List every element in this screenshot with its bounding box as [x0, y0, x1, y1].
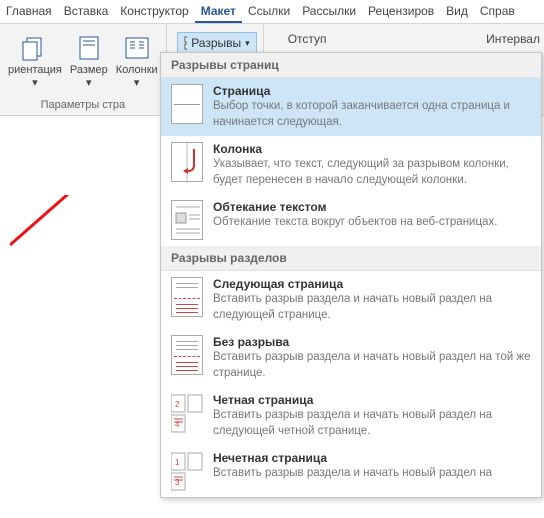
menu-item-desc: Вставить разрыв раздела и начать новый р… — [213, 408, 531, 439]
size-button[interactable]: Размер ▾ — [68, 32, 110, 89]
size-label: Размер — [70, 64, 108, 76]
columns-icon — [121, 32, 153, 64]
even-page-icon: 24 — [171, 393, 203, 433]
dropdown-arrow-icon: ▾ — [134, 76, 140, 89]
tab-view[interactable]: Вид — [440, 0, 474, 23]
menu-item-even-page[interactable]: 24 Четная страница Вставить разрыв разде… — [161, 387, 541, 445]
menu-item-column-break[interactable]: Колонка Указывает, что текст, следующий … — [161, 136, 541, 194]
columns-button[interactable]: Колонки ▾ — [114, 32, 160, 89]
dropdown-header-section-breaks: Разрывы разделов — [161, 246, 541, 271]
menu-item-desc: Выбор точки, в которой заканчивается одн… — [213, 99, 531, 130]
menu-item-title: Четная страница — [213, 393, 531, 407]
menu-item-odd-page[interactable]: 13 Нечетная страница Вставить разрыв раз… — [161, 445, 541, 497]
orientation-button[interactable]: риентация ▾ — [6, 32, 64, 89]
group-page-setup: риентация ▾ Размер ▾ Колонки ▾ Параметры… — [0, 24, 167, 115]
dropdown-header-page-breaks: Разрывы страниц — [161, 53, 541, 78]
menu-item-desc: Вставить разрыв раздела и начать новый р… — [213, 350, 531, 381]
menu-item-title: Следующая страница — [213, 277, 531, 291]
menu-item-text-wrapping[interactable]: Обтекание текстом Обтекание текста вокру… — [161, 194, 541, 246]
menu-item-desc: Указывает, что текст, следующий за разры… — [213, 157, 531, 188]
tab-references[interactable]: Ссылки — [242, 0, 296, 23]
menu-item-continuous[interactable]: Без разрыва Вставить разрыв раздела и на… — [161, 329, 541, 387]
svg-text:4: 4 — [175, 420, 180, 429]
size-icon — [73, 32, 105, 64]
svg-text:3: 3 — [175, 478, 180, 487]
tab-help[interactable]: Справ — [474, 0, 521, 23]
tab-home[interactable]: Главная — [0, 0, 58, 23]
annotation-arrow — [10, 195, 170, 255]
dropdown-arrow-icon: ▾ — [245, 38, 250, 49]
menu-item-title: Колонка — [213, 142, 531, 156]
menu-item-next-page[interactable]: Следующая страница Вставить разрыв разде… — [161, 271, 541, 329]
orientation-label: риентация — [8, 64, 62, 76]
group-label-page-setup: Параметры стра — [6, 97, 160, 113]
column-break-icon — [171, 142, 203, 182]
menu-item-desc: Вставить разрыв раздела и начать новый р… — [213, 292, 531, 323]
tab-layout[interactable]: Макет — [195, 0, 242, 23]
continuous-icon — [171, 335, 203, 375]
menu-item-title: Обтекание текстом — [213, 200, 531, 214]
tab-design[interactable]: Конструктор — [114, 0, 194, 23]
page-break-icon — [171, 84, 203, 124]
odd-page-icon: 13 — [171, 451, 203, 491]
text-wrapping-icon — [171, 200, 203, 240]
tab-insert[interactable]: Вставка — [58, 0, 115, 23]
dropdown-arrow-icon: ▾ — [32, 76, 38, 89]
menu-item-title: Страница — [213, 84, 531, 98]
menu-item-desc: Вставить разрыв раздела и начать новый р… — [213, 466, 531, 482]
svg-text:1: 1 — [175, 458, 180, 467]
tab-mailings[interactable]: Рассылки — [296, 0, 362, 23]
next-page-icon — [171, 277, 203, 317]
dropdown-arrow-icon: ▾ — [86, 76, 92, 89]
svg-text:2: 2 — [175, 400, 180, 409]
columns-label: Колонки — [116, 64, 158, 76]
ribbon-tabs: Главная Вставка Конструктор Макет Ссылки… — [0, 0, 544, 24]
menu-item-title: Без разрыва — [213, 335, 531, 349]
menu-item-title: Нечетная страница — [213, 451, 531, 465]
breaks-button[interactable]: Разрывы ▾ — [177, 32, 257, 54]
breaks-icon — [184, 36, 188, 50]
orientation-icon — [19, 32, 51, 64]
menu-item-desc: Обтекание текста вокруг объектов на веб-… — [213, 215, 531, 231]
tab-review[interactable]: Рецензиров — [362, 0, 440, 23]
breaks-label: Разрывы — [191, 36, 241, 50]
breaks-dropdown: Разрывы страниц Страница Выбор точки, в … — [160, 52, 542, 498]
menu-item-page-break[interactable]: Страница Выбор точки, в которой заканчив… — [161, 78, 541, 136]
